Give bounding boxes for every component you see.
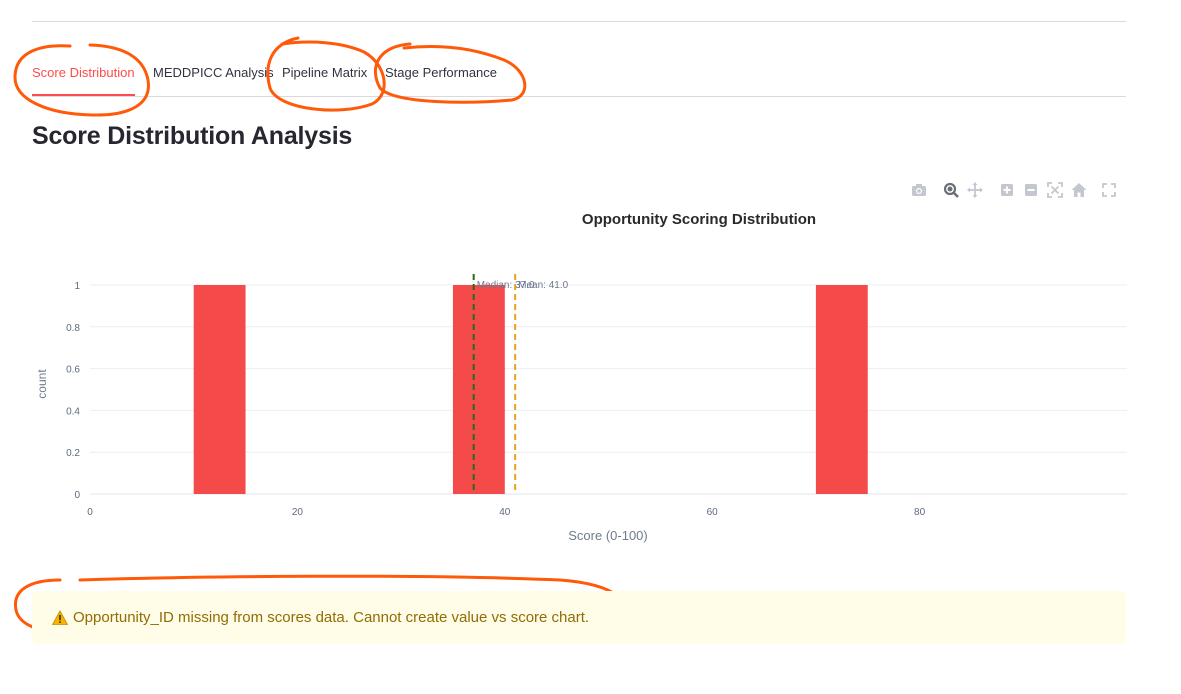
x-axis-label: Score (0-100) — [568, 528, 647, 543]
x-tick-label: 0 — [87, 507, 93, 518]
y-tick-label: 0.2 — [66, 448, 80, 459]
chart-title: Opportunity Scoring Distribution — [582, 211, 816, 228]
x-tick-label: 40 — [499, 507, 511, 518]
y-axis-label: count — [35, 369, 49, 399]
histogram-bar — [815, 285, 868, 494]
warning-icon — [52, 609, 68, 625]
histogram-chart: Median: 37.0Mean: 41.0 00.20.40.60.810 20… — [35, 211, 1127, 543]
y-tick-label: 0.6 — [66, 365, 80, 376]
y-tick-label: 1 — [74, 281, 80, 292]
y-tick-label: 0.8 — [66, 323, 80, 334]
x-tick-label: 80 — [914, 507, 926, 518]
mean-label: Mean: 41.0 — [518, 280, 568, 291]
warning-alert: Opportunity_ID missing from scores data.… — [32, 591, 1126, 644]
histogram-bar — [193, 285, 246, 494]
x-tick-label: 20 — [292, 507, 304, 518]
y-tick-label: 0.4 — [66, 406, 80, 417]
histogram-bar — [452, 285, 505, 494]
alert-text: Opportunity_ID missing from scores data.… — [73, 609, 590, 626]
x-tick-label: 60 — [707, 507, 719, 518]
y-tick-label: 0 — [74, 490, 80, 501]
